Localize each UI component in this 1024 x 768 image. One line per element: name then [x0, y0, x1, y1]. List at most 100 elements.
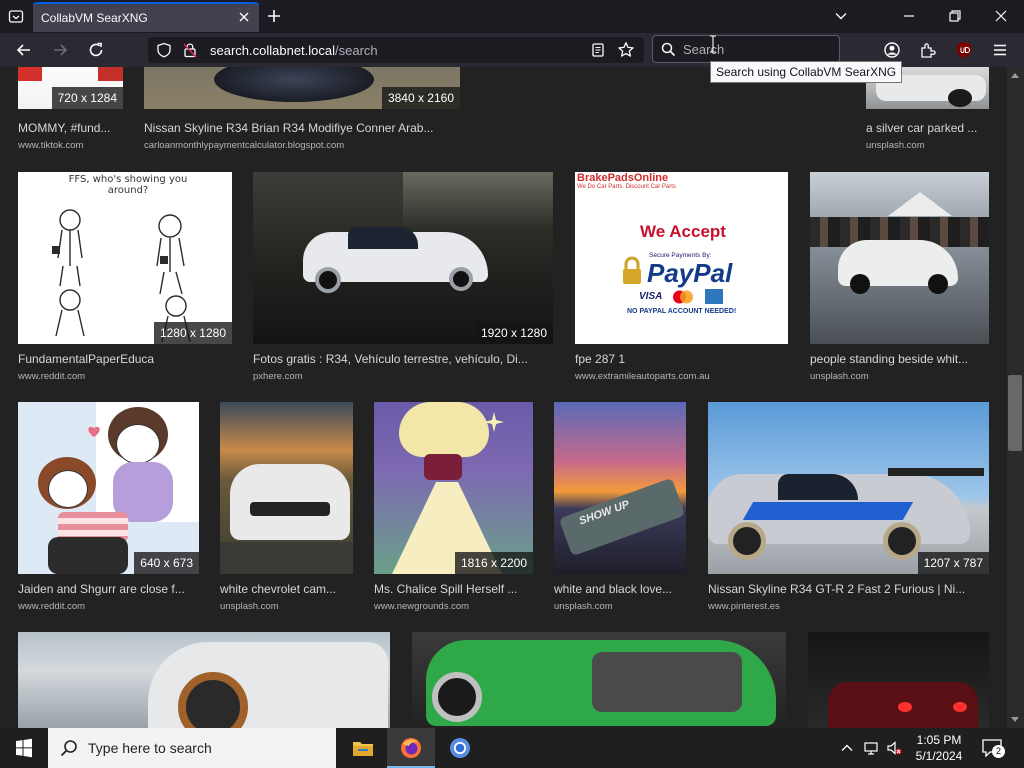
- result-source[interactable]: pxhere.com: [253, 371, 553, 382]
- windows-start-icon[interactable]: [0, 728, 48, 768]
- search-icon: [60, 740, 77, 757]
- amex-icon: [705, 289, 723, 304]
- result-thumbnail[interactable]: [810, 172, 989, 344]
- result-source[interactable]: www.newgrounds.com: [374, 601, 534, 612]
- brand-text: BrakePadsOnline: [577, 172, 669, 184]
- result-thumbnail[interactable]: 1920 x 1280: [253, 172, 553, 344]
- windows-taskbar: Type here to search 1:05 PM 5/1/2024 2: [0, 728, 1024, 768]
- tab-searxng[interactable]: CollabVM SearXNG: [33, 2, 259, 32]
- close-window-icon[interactable]: [993, 8, 1009, 24]
- resolution-badge: 640 x 673: [134, 552, 199, 574]
- result-thumbnail[interactable]: [220, 402, 353, 574]
- result-thumbnail[interactable]: SHOW UP: [554, 402, 686, 574]
- volume-muted-icon[interactable]: [886, 740, 902, 756]
- search-input[interactable]: [683, 41, 833, 58]
- system-clock[interactable]: 1:05 PM 5/1/2024: [906, 732, 972, 764]
- result-thumbnail[interactable]: [808, 632, 989, 728]
- minimize-icon[interactable]: [901, 8, 917, 24]
- result-thumbnail[interactable]: [412, 632, 786, 728]
- result-title[interactable]: Ms. Chalice Spill Herself ...: [374, 582, 534, 596]
- result-source[interactable]: www.extramileautoparts.com.au: [575, 371, 788, 382]
- forward-icon[interactable]: [51, 41, 69, 59]
- result-source[interactable]: unsplash.com: [554, 601, 686, 612]
- taskbar-search-box[interactable]: Type here to search: [48, 728, 336, 768]
- heart-icon: [88, 426, 100, 437]
- restore-icon[interactable]: [947, 8, 963, 24]
- clock-date: 5/1/2024: [915, 749, 963, 763]
- resolution-badge: 1207 x 787: [917, 552, 989, 574]
- resolution-badge: 3840 x 2160: [381, 87, 460, 109]
- firefox-app[interactable]: [387, 728, 435, 768]
- result-source[interactable]: unsplash.com: [866, 140, 990, 151]
- taskbar-search-placeholder: Type here to search: [88, 740, 212, 756]
- result-title[interactable]: white chevrolet cam...: [220, 582, 353, 596]
- paypal-note: NO PAYPAL ACCOUNT NEEDED!: [627, 308, 737, 315]
- folder-icon: [353, 742, 373, 756]
- list-all-tabs-icon[interactable]: [8, 8, 24, 24]
- close-tab-icon[interactable]: [237, 10, 251, 24]
- result-source[interactable]: unsplash.com: [810, 371, 990, 382]
- reader-view-icon[interactable]: [590, 42, 606, 58]
- result-source[interactable]: www.tiktok.com: [18, 140, 128, 151]
- result-title[interactable]: MOMMY, #fund...: [18, 121, 128, 135]
- text-cursor-icon: [710, 35, 716, 53]
- result-thumbnail[interactable]: 640 x 673: [18, 402, 199, 574]
- action-center-button[interactable]: 2: [980, 736, 1006, 760]
- result-title[interactable]: people standing beside whit...: [810, 352, 990, 366]
- accept-text: We Accept: [640, 222, 726, 241]
- bookmark-star-icon[interactable]: [617, 41, 635, 59]
- extensions-icon[interactable]: [919, 41, 937, 59]
- mastercard-icon: [673, 290, 693, 304]
- shield-icon[interactable]: [156, 42, 172, 58]
- hamburger-menu-icon[interactable]: [991, 41, 1009, 59]
- chromium-icon: [450, 738, 470, 758]
- image-results: 720 x 1284 MOMMY, #fund... www.tiktok.co…: [0, 67, 1024, 728]
- result-thumbnail[interactable]: 3840 x 2160: [144, 67, 460, 109]
- scroll-down-icon[interactable]: [1010, 716, 1020, 724]
- result-title[interactable]: Nissan Skyline R34 GT-R 2 Fast 2 Furious…: [708, 582, 990, 596]
- url-path: /search: [335, 43, 378, 58]
- result-thumbnail[interactable]: 720 x 1284: [18, 67, 123, 109]
- new-tab-icon[interactable]: [266, 8, 282, 24]
- back-icon[interactable]: [15, 41, 33, 59]
- firefox-icon: [401, 738, 421, 758]
- result-title[interactable]: white and black love...: [554, 582, 686, 596]
- result-source[interactable]: unsplash.com: [220, 601, 353, 612]
- resolution-badge: 1816 x 2200: [454, 552, 533, 574]
- url-bar[interactable]: search.collabnet.local/search: [148, 37, 644, 63]
- resolution-badge: 720 x 1284: [51, 87, 123, 109]
- visa-text: VISA: [639, 291, 663, 302]
- result-source[interactable]: carloanmonthlypaymentcalculator.blogspot…: [144, 140, 462, 151]
- network-icon[interactable]: [863, 740, 879, 756]
- scrollbar-thumb[interactable]: [1008, 375, 1022, 451]
- result-thumbnail[interactable]: 1816 x 2200: [374, 402, 533, 574]
- chevron-down-icon[interactable]: [833, 8, 849, 24]
- result-title[interactable]: FundamentalPaperEduca: [18, 352, 232, 366]
- result-thumbnail[interactable]: BrakePadsOnline We Do Car Parts. Discoun…: [575, 172, 788, 344]
- search-tooltip: Search using CollabVM SearXNG: [710, 61, 903, 83]
- result-source[interactable]: www.pinterest.es: [708, 601, 990, 612]
- result-source[interactable]: www.reddit.com: [18, 601, 199, 612]
- insecure-lock-icon[interactable]: [182, 42, 198, 58]
- result-title[interactable]: fpe 287 1: [575, 352, 788, 366]
- chrome-app[interactable]: [436, 728, 484, 768]
- result-title[interactable]: Nissan Skyline R34 Brian R34 Modifiye Co…: [144, 121, 462, 135]
- clock-time: 1:05 PM: [916, 733, 962, 747]
- scroll-up-icon[interactable]: [1010, 71, 1020, 79]
- search-bar[interactable]: [652, 35, 840, 63]
- result-title[interactable]: a silver car parked ...: [866, 121, 990, 135]
- result-thumbnail[interactable]: FFS, who's showing you around? 1280 x 12…: [18, 172, 232, 344]
- result-thumbnail[interactable]: [18, 632, 390, 728]
- url-host: search.collabnet.local: [210, 43, 336, 58]
- file-explorer-app[interactable]: [339, 728, 387, 768]
- account-icon[interactable]: [883, 41, 901, 59]
- tab-bar: CollabVM SearXNG: [0, 0, 1024, 33]
- result-title[interactable]: Fotos gratis : R34, Vehículo terrestre, …: [253, 352, 553, 366]
- result-thumbnail[interactable]: 1207 x 787: [708, 402, 989, 574]
- ublock-origin-icon[interactable]: [955, 41, 973, 59]
- result-source[interactable]: www.reddit.com: [18, 371, 232, 382]
- result-title[interactable]: Jaiden and Shgurr are close f...: [18, 582, 199, 596]
- reload-icon[interactable]: [87, 41, 105, 59]
- search-icon: [661, 42, 676, 57]
- chevron-up-icon[interactable]: [839, 740, 855, 756]
